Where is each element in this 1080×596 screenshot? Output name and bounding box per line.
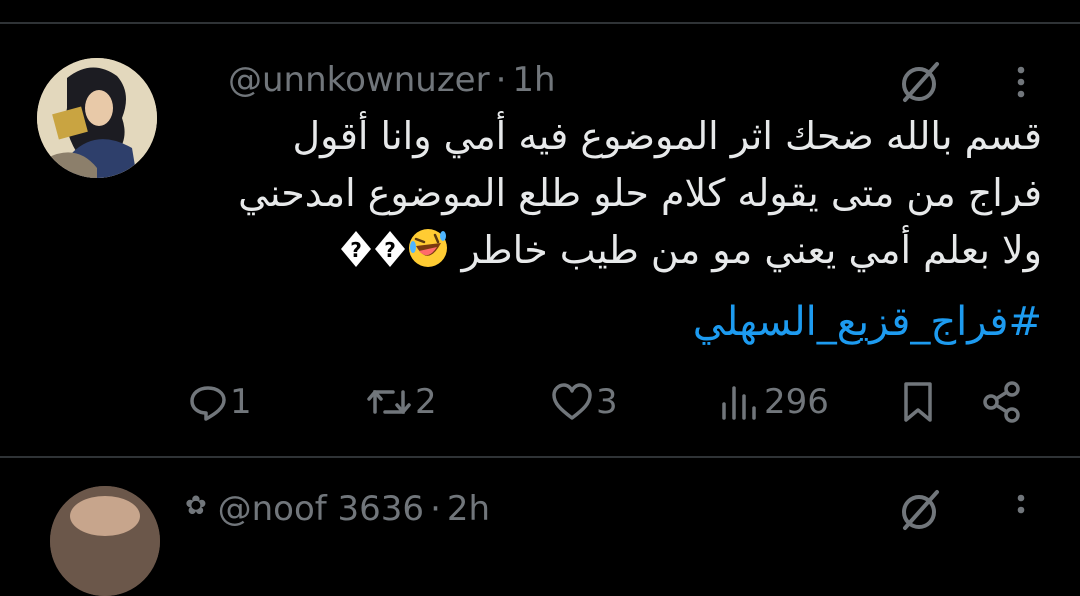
tweet-text: قسم بالله ضحك اثر الموضوع فيه أمي وانا أ… — [182, 108, 1042, 279]
replacement-char-icon: ? — [341, 231, 372, 267]
repost-icon — [367, 390, 411, 414]
repost-button[interactable]: 2 — [365, 378, 437, 426]
avatar[interactable] — [37, 58, 157, 178]
bookmark-icon[interactable] — [900, 380, 936, 424]
timestamp[interactable]: 1h — [512, 60, 555, 100]
next-tweet-timestamp[interactable]: 2h — [447, 489, 490, 529]
tweet-line-2: فراج من متى يقوله كلام حلو طلع الموضوع ا… — [238, 171, 1042, 215]
views-icon — [722, 386, 756, 420]
hashtag-link[interactable]: #فراج_قزيع_السهلي — [693, 294, 1042, 351]
svg-text:?: ? — [385, 238, 397, 262]
share-icon[interactable] — [980, 380, 1024, 424]
tweet-divider — [0, 456, 1080, 458]
more-options-icon[interactable] — [1006, 62, 1036, 102]
rolling-laughing-emoji-icon — [409, 229, 448, 267]
tweet-line-3-text: ولا بعلم أمي يعني مو من طيب خاطر — [461, 228, 1042, 272]
svg-text:?: ? — [351, 238, 363, 262]
like-button[interactable]: 3 — [550, 378, 618, 426]
tweet-header: @unnkownuzer · 1h — [228, 58, 556, 102]
view-count: 296 — [764, 382, 829, 422]
reply-icon — [190, 386, 226, 421]
grok-icon[interactable] — [895, 56, 947, 108]
repost-count: 2 — [415, 382, 437, 422]
tweet-line-1: قسم بالله ضحك اثر الموضوع فيه أمي وانا أ… — [292, 114, 1042, 158]
flower-icon: ✿ — [185, 491, 207, 521]
top-divider — [0, 22, 1080, 24]
replacement-char-icon: ? — [375, 231, 406, 267]
next-tweet-avatar[interactable] — [50, 486, 160, 596]
next-tweet-username[interactable]: @noof 3636 — [218, 489, 424, 529]
username[interactable]: @unnkownuzer — [228, 60, 490, 100]
views-button[interactable]: 296 — [718, 378, 829, 426]
heart-icon — [552, 383, 592, 420]
header-separator: · — [495, 60, 507, 100]
next-tweet-header: ✿ @noof 3636 · 2h — [185, 484, 490, 529]
more-options-icon[interactable] — [1006, 490, 1036, 530]
like-count: 3 — [596, 382, 618, 422]
tweet-line-3: ولا بعلم أمي يعني مو من طيب خاطر ? ? — [182, 222, 1042, 279]
reply-button[interactable]: 1 — [188, 378, 252, 426]
grok-icon[interactable] — [895, 484, 947, 536]
reply-count: 1 — [230, 382, 252, 422]
next-tweet-separator: · — [430, 489, 441, 529]
